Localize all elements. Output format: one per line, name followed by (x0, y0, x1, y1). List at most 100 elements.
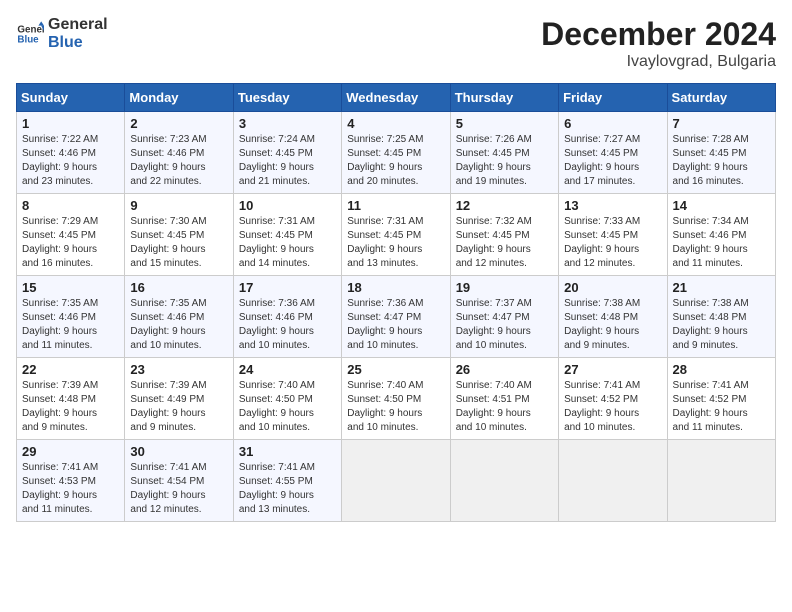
day-info: Sunrise: 7:39 AM Sunset: 4:49 PM Dayligh… (130, 379, 227, 435)
day-info: Sunrise: 7:35 AM Sunset: 4:46 PM Dayligh… (130, 297, 227, 353)
calendar-cell: 20 Sunrise: 7:38 AM Sunset: 4:48 PM Dayli… (559, 276, 667, 358)
day-number: 18 (347, 280, 444, 295)
day-number: 7 (673, 116, 770, 131)
calendar-cell: 2 Sunrise: 7:23 AM Sunset: 4:46 PM Daylig… (125, 112, 233, 194)
day-of-week-header: Tuesday (233, 84, 341, 112)
day-number: 9 (130, 198, 227, 213)
day-info: Sunrise: 7:40 AM Sunset: 4:50 PM Dayligh… (239, 379, 336, 435)
day-info: Sunrise: 7:28 AM Sunset: 4:45 PM Dayligh… (673, 133, 770, 189)
day-info: Sunrise: 7:33 AM Sunset: 4:45 PM Dayligh… (564, 215, 661, 271)
page-header: General Blue General Blue December 2024 … (16, 16, 776, 71)
calendar-cell: 30Sunrise: 7:41 AM Sunset: 4:54 PM Dayli… (125, 440, 233, 522)
calendar-table: SundayMondayTuesdayWednesdayThursdayFrid… (16, 83, 776, 522)
calendar-cell: 16 Sunrise: 7:35 AM Sunset: 4:46 PM Dayli… (125, 276, 233, 358)
day-number: 23 (130, 362, 227, 377)
day-info: Sunrise: 7:41 AM Sunset: 4:53 PM Dayligh… (22, 461, 119, 517)
day-info: Sunrise: 7:22 AM Sunset: 4:46 PM Dayligh… (22, 133, 119, 189)
day-number: 8 (22, 198, 119, 213)
day-number: 10 (239, 198, 336, 213)
day-number: 31 (239, 444, 336, 459)
day-number: 12 (456, 198, 553, 213)
day-info: Sunrise: 7:25 AM Sunset: 4:45 PM Dayligh… (347, 133, 444, 189)
svg-text:Blue: Blue (17, 35, 39, 46)
calendar-cell: 19 Sunrise: 7:37 AM Sunset: 4:47 PM Dayli… (450, 276, 558, 358)
calendar-header: SundayMondayTuesdayWednesdayThursdayFrid… (17, 84, 776, 112)
day-number: 19 (456, 280, 553, 295)
day-number: 20 (564, 280, 661, 295)
day-number: 28 (673, 362, 770, 377)
day-number: 27 (564, 362, 661, 377)
calendar-cell: 21 Sunrise: 7:38 AM Sunset: 4:48 PM Dayli… (667, 276, 775, 358)
calendar-cell: 18 Sunrise: 7:36 AM Sunset: 4:47 PM Dayli… (342, 276, 450, 358)
day-info: Sunrise: 7:32 AM Sunset: 4:45 PM Dayligh… (456, 215, 553, 271)
day-number: 15 (22, 280, 119, 295)
day-number: 1 (22, 116, 119, 131)
day-number: 11 (347, 198, 444, 213)
day-of-week-header: Sunday (17, 84, 125, 112)
day-number: 4 (347, 116, 444, 131)
day-info: Sunrise: 7:29 AM Sunset: 4:45 PM Dayligh… (22, 215, 119, 271)
calendar-cell: 5 Sunrise: 7:26 AM Sunset: 4:45 PM Daylig… (450, 112, 558, 194)
day-info: Sunrise: 7:35 AM Sunset: 4:46 PM Dayligh… (22, 297, 119, 353)
day-info: Sunrise: 7:34 AM Sunset: 4:46 PM Dayligh… (673, 215, 770, 271)
day-number: 26 (456, 362, 553, 377)
day-number: 29 (22, 444, 119, 459)
logo-blue: Blue (48, 34, 108, 52)
logo: General Blue General Blue (16, 16, 108, 53)
calendar-cell: 27 Sunrise: 7:41 AM Sunset: 4:52 PM Dayli… (559, 358, 667, 440)
day-of-week-header: Monday (125, 84, 233, 112)
day-of-week-header: Thursday (450, 84, 558, 112)
day-number: 30 (130, 444, 227, 459)
day-info: Sunrise: 7:30 AM Sunset: 4:45 PM Dayligh… (130, 215, 227, 271)
day-info: Sunrise: 7:26 AM Sunset: 4:45 PM Dayligh… (456, 133, 553, 189)
calendar-cell: 12 Sunrise: 7:32 AM Sunset: 4:45 PM Dayli… (450, 194, 558, 276)
day-info: Sunrise: 7:24 AM Sunset: 4:45 PM Dayligh… (239, 133, 336, 189)
calendar-cell (559, 440, 667, 522)
day-number: 13 (564, 198, 661, 213)
day-info: Sunrise: 7:41 AM Sunset: 4:55 PM Dayligh… (239, 461, 336, 517)
day-number: 2 (130, 116, 227, 131)
day-number: 14 (673, 198, 770, 213)
calendar-cell: 7 Sunrise: 7:28 AM Sunset: 4:45 PM Daylig… (667, 112, 775, 194)
day-number: 21 (673, 280, 770, 295)
main-title: December 2024 (541, 16, 776, 53)
calendar-cell: 1 Sunrise: 7:22 AM Sunset: 4:46 PM Daylig… (17, 112, 125, 194)
day-info: Sunrise: 7:23 AM Sunset: 4:46 PM Dayligh… (130, 133, 227, 189)
calendar-cell: 14 Sunrise: 7:34 AM Sunset: 4:46 PM Dayli… (667, 194, 775, 276)
day-info: Sunrise: 7:38 AM Sunset: 4:48 PM Dayligh… (673, 297, 770, 353)
calendar-cell: 3 Sunrise: 7:24 AM Sunset: 4:45 PM Daylig… (233, 112, 341, 194)
calendar-cell: 23 Sunrise: 7:39 AM Sunset: 4:49 PM Dayli… (125, 358, 233, 440)
calendar-cell: 26Sunrise: 7:40 AM Sunset: 4:51 PM Dayli… (450, 358, 558, 440)
calendar-cell: 6 Sunrise: 7:27 AM Sunset: 4:45 PM Daylig… (559, 112, 667, 194)
calendar-cell: 13 Sunrise: 7:33 AM Sunset: 4:45 PM Dayli… (559, 194, 667, 276)
day-info: Sunrise: 7:36 AM Sunset: 4:47 PM Dayligh… (347, 297, 444, 353)
day-of-week-header: Friday (559, 84, 667, 112)
calendar-cell (450, 440, 558, 522)
calendar-cell: 9 Sunrise: 7:30 AM Sunset: 4:45 PM Daylig… (125, 194, 233, 276)
calendar-cell: 25Sunrise: 7:40 AM Sunset: 4:50 PM Dayli… (342, 358, 450, 440)
day-info: Sunrise: 7:27 AM Sunset: 4:45 PM Dayligh… (564, 133, 661, 189)
day-of-week-header: Saturday (667, 84, 775, 112)
day-number: 6 (564, 116, 661, 131)
title-block: December 2024 Ivaylovgrad, Bulgaria (541, 16, 776, 71)
day-of-week-header: Wednesday (342, 84, 450, 112)
calendar-cell: 8 Sunrise: 7:29 AM Sunset: 4:45 PM Daylig… (17, 194, 125, 276)
day-info: Sunrise: 7:41 AM Sunset: 4:52 PM Dayligh… (673, 379, 770, 435)
day-number: 25 (347, 362, 444, 377)
day-number: 5 (456, 116, 553, 131)
day-number: 16 (130, 280, 227, 295)
day-info: Sunrise: 7:31 AM Sunset: 4:45 PM Dayligh… (239, 215, 336, 271)
calendar-cell: 15 Sunrise: 7:35 AM Sunset: 4:46 PM Dayli… (17, 276, 125, 358)
day-info: Sunrise: 7:39 AM Sunset: 4:48 PM Dayligh… (22, 379, 119, 435)
day-info: Sunrise: 7:31 AM Sunset: 4:45 PM Dayligh… (347, 215, 444, 271)
logo-general: General (48, 16, 108, 34)
calendar-cell: 28 Sunrise: 7:41 AM Sunset: 4:52 PM Dayli… (667, 358, 775, 440)
day-info: Sunrise: 7:37 AM Sunset: 4:47 PM Dayligh… (456, 297, 553, 353)
day-info: Sunrise: 7:41 AM Sunset: 4:52 PM Dayligh… (564, 379, 661, 435)
day-info: Sunrise: 7:38 AM Sunset: 4:48 PM Dayligh… (564, 297, 661, 353)
calendar-cell (667, 440, 775, 522)
day-number: 22 (22, 362, 119, 377)
logo-icon: General Blue (16, 20, 44, 48)
day-number: 3 (239, 116, 336, 131)
calendar-cell: 22 Sunrise: 7:39 AM Sunset: 4:48 PM Dayli… (17, 358, 125, 440)
